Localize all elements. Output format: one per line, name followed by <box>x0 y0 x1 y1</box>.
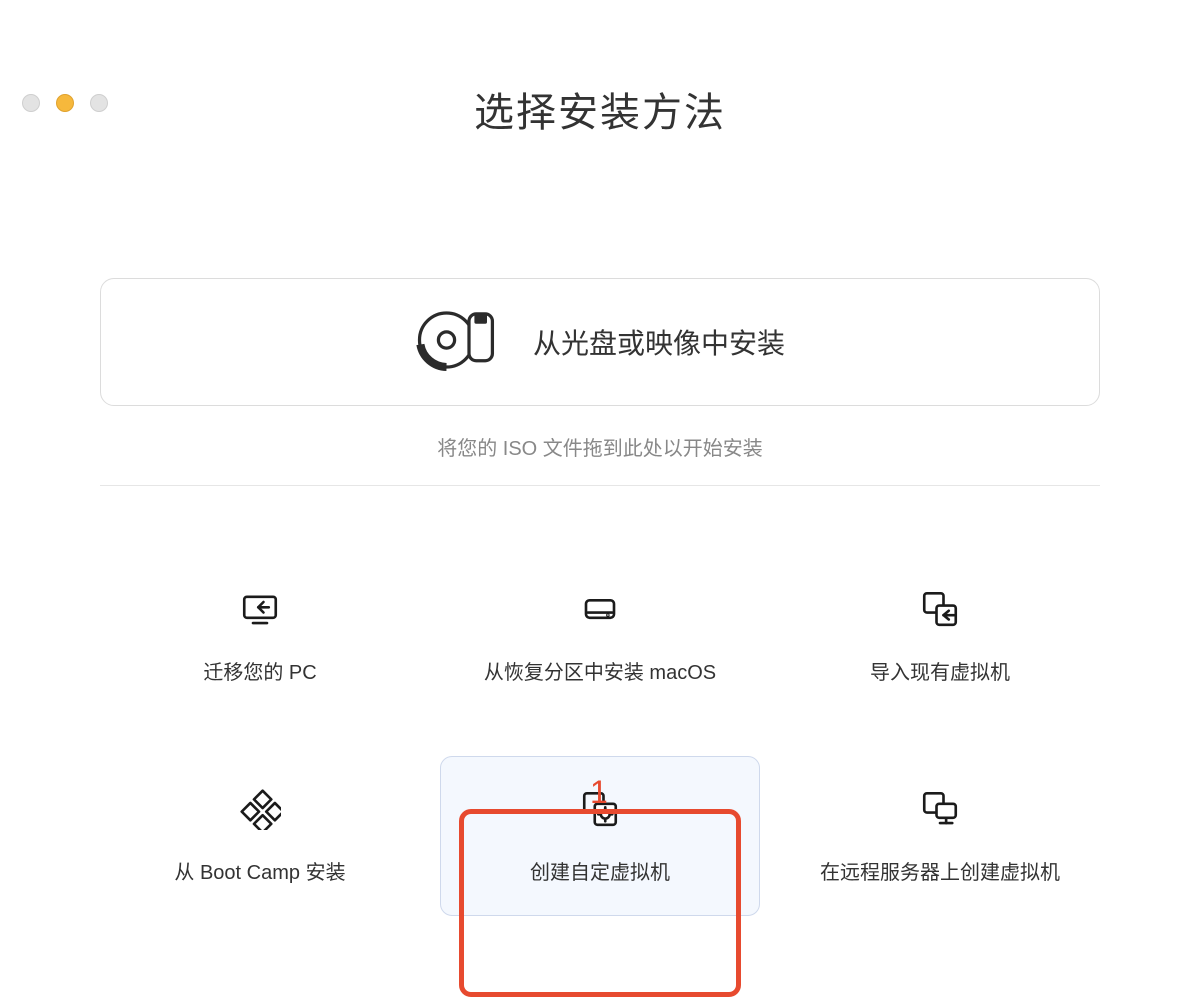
bootcamp-icon <box>239 788 281 830</box>
divider <box>100 485 1100 486</box>
recovery-mac-icon <box>579 588 621 630</box>
option-remote-vm[interactable]: 在远程服务器上创建虚拟机 <box>780 756 1100 916</box>
option-create-custom-vm[interactable]: 创建自定虚拟机 <box>440 756 760 916</box>
disc-usb-icon <box>415 305 505 380</box>
option-recovery-macos[interactable]: 从恢复分区中安装 macOS <box>440 556 760 716</box>
minimize-window-button[interactable] <box>56 94 74 112</box>
option-create-custom-vm-label: 创建自定虚拟机 <box>530 856 670 885</box>
close-window-button[interactable] <box>22 94 40 112</box>
install-from-disc-label: 从光盘或映像中安装 <box>533 322 785 362</box>
import-vm-icon <box>919 588 961 630</box>
installer-window: 选择安装方法 从光盘或映像中安装 将您的 ISO 文件拖到此处以开始安装 <box>0 80 1200 999</box>
option-bootcamp[interactable]: 从 Boot Camp 安装 <box>100 756 420 916</box>
option-bootcamp-label: 从 Boot Camp 安装 <box>174 856 345 885</box>
migrate-pc-icon <box>239 588 281 630</box>
window-controls <box>22 94 108 112</box>
option-import-vm[interactable]: 导入现有虚拟机 <box>780 556 1100 716</box>
option-migrate-pc[interactable]: 迁移您的 PC <box>100 556 420 716</box>
page-title: 选择安装方法 <box>0 80 1200 138</box>
zoom-window-button[interactable] <box>90 94 108 112</box>
remote-vm-icon <box>919 788 961 830</box>
iso-drop-hint: 将您的 ISO 文件拖到此处以开始安装 <box>100 432 1100 461</box>
option-recovery-macos-label: 从恢复分区中安装 macOS <box>484 656 716 685</box>
install-from-disc-or-image-option[interactable]: 从光盘或映像中安装 <box>100 278 1100 406</box>
custom-vm-icon <box>579 788 621 830</box>
option-import-vm-label: 导入现有虚拟机 <box>870 656 1010 685</box>
option-remote-vm-label: 在远程服务器上创建虚拟机 <box>820 856 1060 885</box>
install-method-grid: 迁移您的 PC 从恢复分区中安装 macOS 导入 <box>100 556 1100 916</box>
option-migrate-pc-label: 迁移您的 PC <box>203 656 316 685</box>
